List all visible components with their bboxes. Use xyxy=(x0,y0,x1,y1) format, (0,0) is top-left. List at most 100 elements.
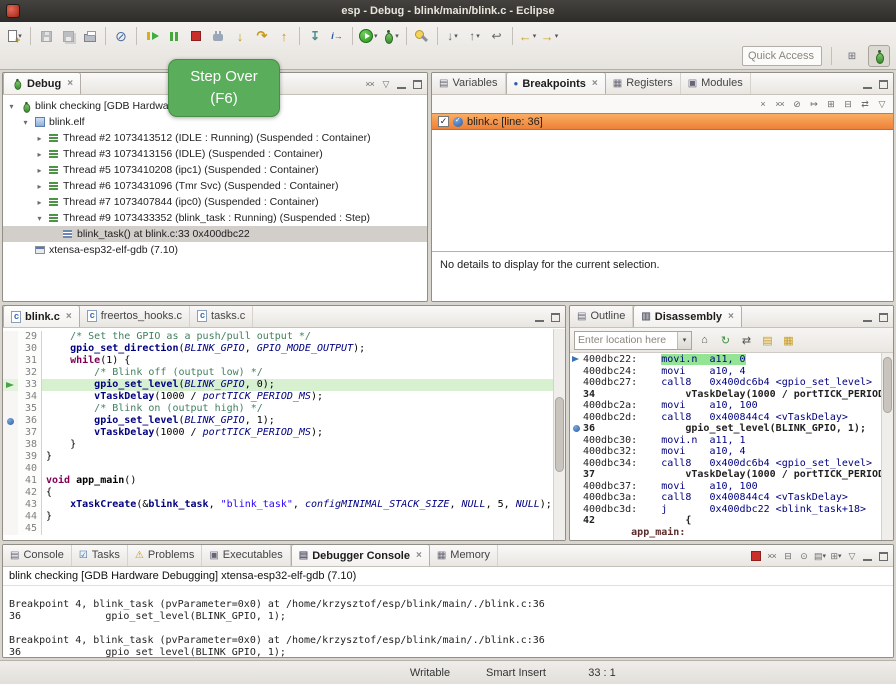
tab-problems[interactable]: ⚠Problems xyxy=(128,544,202,566)
code-line[interactable]: 30 gpio_set_direction(BLINK_GPIO, GPIO_M… xyxy=(3,343,553,355)
terminate-console-button[interactable] xyxy=(748,548,763,564)
tab-console[interactable]: ▤Console xyxy=(3,544,72,566)
remove-all-breakpoints-button[interactable]: ×× xyxy=(772,96,787,112)
home-button[interactable]: ⌂ xyxy=(696,332,713,349)
suspend-button[interactable] xyxy=(163,25,185,47)
tab-tasks[interactable]: ☑Tasks xyxy=(72,544,128,566)
save-button[interactable] xyxy=(35,25,57,47)
show-source-toggle[interactable]: ▤ xyxy=(759,332,776,349)
disassembly-content[interactable]: 400dbc22: movi.n a11, 0400dbc24: movi a1… xyxy=(570,353,881,541)
view-menu-icon[interactable]: ▽ xyxy=(378,76,393,92)
expander-icon[interactable]: ▾ xyxy=(19,118,32,127)
disasm-row[interactable]: app_main: xyxy=(570,527,881,539)
terminate-button[interactable] xyxy=(185,25,207,47)
disconnect-button[interactable] xyxy=(207,25,229,47)
close-icon[interactable]: × xyxy=(728,311,734,322)
code-line[interactable]: 33 gpio_set_level(BLINK_GPIO, 0); xyxy=(3,379,553,391)
resume-button[interactable] xyxy=(141,25,163,47)
next-annotation-button[interactable]: ▾ xyxy=(442,25,464,47)
code-line[interactable]: 37 vTaskDelay(1000 / portTICK_PERIOD_MS)… xyxy=(3,427,553,439)
last-edit-location-button[interactable] xyxy=(486,25,508,47)
display-console-button[interactable]: ▤▾ xyxy=(812,548,827,564)
view-menu-icon[interactable]: ▽ xyxy=(844,548,859,564)
maximize-button[interactable] xyxy=(876,548,891,564)
disasm-row[interactable]: 37 vTaskDelay(1000 / portTICK_PERIOD_MS)… xyxy=(570,469,881,481)
code-line[interactable]: 45 xyxy=(3,523,553,535)
disasm-row[interactable]: 42 { xyxy=(570,515,881,527)
code-line[interactable]: 34 vTaskDelay(1000 / portTICK_PERIOD_MS)… xyxy=(3,391,553,403)
expand-all-button[interactable]: ⊞ xyxy=(823,96,838,112)
skip-all-breakpoints-toggle[interactable]: ⊘ xyxy=(789,96,804,112)
code-line[interactable]: 32 /* Blink off (output low) */ xyxy=(3,367,553,379)
code-line[interactable]: 29 /* Set the GPIO as a push/pull output… xyxy=(3,331,553,343)
step-over-button[interactable] xyxy=(251,25,273,47)
minimize-button[interactable] xyxy=(860,309,875,325)
status-cursor-position[interactable]: 33 : 1 xyxy=(562,667,642,679)
editor-code[interactable]: 29 /* Set the GPIO as a push/pull output… xyxy=(3,329,553,540)
tab-debugger-console[interactable]: ▤Debugger Console× xyxy=(291,544,430,566)
skip-all-breakpoints-button[interactable] xyxy=(110,25,132,47)
search-button[interactable] xyxy=(411,25,433,47)
maximize-button[interactable] xyxy=(410,76,425,92)
close-icon[interactable]: × xyxy=(67,78,73,89)
editor-tab-tasks-c[interactable]: tasks.c xyxy=(190,305,253,327)
code-line[interactable]: 38 } xyxy=(3,439,553,451)
expander-icon[interactable]: ▸ xyxy=(33,134,46,143)
new-button[interactable]: ▾ xyxy=(4,25,26,47)
expander-icon[interactable]: ▸ xyxy=(33,198,46,207)
save-all-button[interactable] xyxy=(57,25,79,47)
disasm-row[interactable]: 400dbc24: movi a10, 4 xyxy=(570,366,881,378)
code-line[interactable]: 40 xyxy=(3,463,553,475)
code-line[interactable]: 44} xyxy=(3,511,553,523)
minimize-button[interactable] xyxy=(394,76,409,92)
run-button[interactable]: ▾ xyxy=(357,25,380,47)
editor-tab-freertos-hooks-c[interactable]: freertos_hooks.c xyxy=(80,305,190,327)
expander-icon[interactable]: ▾ xyxy=(33,214,46,223)
code-line[interactable]: 36 gpio_set_level(BLINK_GPIO, 1); xyxy=(3,415,553,427)
forward-button[interactable]: ▾ xyxy=(539,25,561,47)
expander-icon[interactable]: ▸ xyxy=(33,150,46,159)
expander-icon[interactable]: ▸ xyxy=(33,166,46,175)
close-icon[interactable]: × xyxy=(66,311,72,322)
location-input[interactable]: Enter location here ▾ xyxy=(574,331,692,350)
expander-icon[interactable]: ▾ xyxy=(5,102,18,111)
expander-icon[interactable] xyxy=(47,230,60,239)
window-titlebar[interactable]: esp - Debug - blink/main/blink.c - Eclip… xyxy=(0,0,896,22)
tab-breakpoints[interactable]: ●Breakpoints× xyxy=(506,72,606,94)
editor-tab-blink-c[interactable]: blink.c× xyxy=(3,305,80,327)
link-with-debug-button[interactable]: ⇄ xyxy=(857,96,872,112)
tree-item-thread-2[interactable]: ▸Thread #2 1073413512 (IDLE : Running) (… xyxy=(3,130,427,146)
previous-annotation-button[interactable]: ▾ xyxy=(464,25,486,47)
disasm-row[interactable]: 36 gpio_set_level(BLINK_GPIO, 1); xyxy=(570,423,881,435)
disassembly-scrollbar[interactable] xyxy=(881,353,893,541)
collapse-all-button[interactable]: ⊟ xyxy=(840,96,855,112)
code-line[interactable]: 41void app_main() xyxy=(3,475,553,487)
disasm-row[interactable]: 400dbc30: movi.n a11, 1 xyxy=(570,435,881,447)
disasm-row[interactable]: 400dbc22: movi.n a11, 0 xyxy=(570,354,881,366)
disasm-row[interactable]: 400dbc3d: j 0x400dbc22 <blink_task+18> xyxy=(570,504,881,516)
expander-icon[interactable] xyxy=(19,246,32,255)
tab-memory[interactable]: ▦Memory xyxy=(430,544,498,566)
tree-item-thread-7[interactable]: ▸Thread #7 1073407844 (ipc0) (Suspended … xyxy=(3,194,427,210)
step-into-button[interactable] xyxy=(229,25,251,47)
disasm-row[interactable]: 400dbc2a: movi a10, 100 xyxy=(570,400,881,412)
scrollbar-thumb[interactable] xyxy=(883,357,892,413)
close-icon[interactable]: × xyxy=(592,78,598,89)
minimize-button[interactable] xyxy=(532,309,547,325)
code-line[interactable]: 43 xTaskCreate(&blink_task, "blink_task"… xyxy=(3,499,553,511)
drop-to-frame-button[interactable] xyxy=(304,25,326,47)
go-to-file-button[interactable]: ↦ xyxy=(806,96,821,112)
open-perspective-button[interactable]: ⊞ xyxy=(841,45,863,67)
minimize-button[interactable] xyxy=(860,76,875,92)
instruction-stepping-button[interactable] xyxy=(326,25,348,47)
disasm-row[interactable]: 400dbc32: movi a10, 4 xyxy=(570,446,881,458)
editor-scrollbar[interactable] xyxy=(553,329,565,540)
location-dropdown-button[interactable]: ▾ xyxy=(677,332,691,349)
minimize-button[interactable] xyxy=(860,548,875,564)
maximize-button[interactable] xyxy=(876,76,891,92)
maximize-button[interactable] xyxy=(876,309,891,325)
debug-button[interactable]: ▾ xyxy=(380,25,402,47)
refresh-button[interactable]: ↻ xyxy=(717,332,734,349)
tab-outline[interactable]: ▤Outline xyxy=(570,305,633,327)
tree-item-thread-6[interactable]: ▸Thread #6 1073431096 (Tmr Svc) (Suspend… xyxy=(3,178,427,194)
